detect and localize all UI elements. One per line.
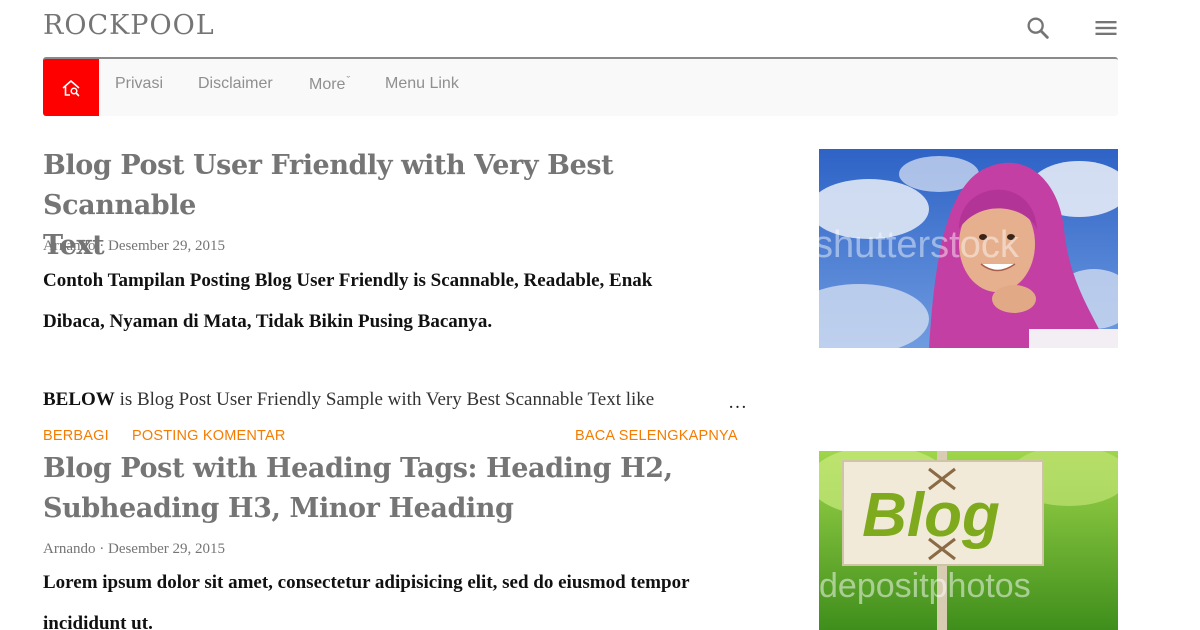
nav-item-menu-link[interactable]: Menu Link bbox=[385, 75, 459, 93]
snippet-line: incididunt ut. bbox=[43, 613, 153, 630]
post-snippet: Lorem ipsum dolor sit amet, consectetur … bbox=[43, 562, 743, 630]
nav-item-more[interactable]: Moreˇ bbox=[309, 75, 350, 94]
nav-item-privasi[interactable]: Privasi bbox=[115, 75, 163, 93]
post-excerpt: BELOW is Blog Post User Friendly Sample … bbox=[43, 389, 743, 411]
post-thumbnail[interactable]: shutterstock bbox=[819, 149, 1118, 348]
excerpt-bold-word: BELOW bbox=[43, 389, 115, 410]
snippet-line: Dibaca, Nyaman di Mata, Tidak Bikin Pusi… bbox=[43, 311, 493, 332]
thumbnail-image-hijab-girl: shutterstock bbox=[819, 149, 1118, 348]
menu-button[interactable] bbox=[1092, 14, 1120, 42]
caret-down-icon: ˇ bbox=[346, 75, 351, 87]
snippet-line: Lorem ipsum dolor sit amet, consectetur … bbox=[43, 572, 690, 593]
post-title-line: Blog Post User Friendly with Very Best S… bbox=[43, 150, 614, 221]
excerpt-text: is Blog Post User Friendly Sample with V… bbox=[114, 389, 655, 410]
post-title[interactable]: Blog Post with Heading Tags: Heading H2,… bbox=[43, 449, 733, 529]
search-icon bbox=[1027, 17, 1049, 39]
hamburger-menu-icon bbox=[1095, 21, 1117, 35]
site-title[interactable]: ROCKPOOL bbox=[43, 10, 215, 41]
search-button[interactable] bbox=[1024, 14, 1052, 42]
snippet-line: Contoh Tampilan Posting Blog User Friend… bbox=[43, 270, 653, 291]
read-more-button[interactable]: BACA SELENGKAPNYA bbox=[575, 428, 738, 444]
main-navbar: Privasi Disclaimer Moreˇ Menu Link bbox=[43, 57, 1118, 116]
thumbnail-image-blog-sign: Blog depositphotos bbox=[819, 451, 1118, 630]
post-snippet: Contoh Tampilan Posting Blog User Friend… bbox=[43, 260, 743, 342]
post-title-line: Subheading H3, Minor Heading bbox=[43, 493, 514, 524]
nav-item-disclaimer[interactable]: Disclaimer bbox=[198, 75, 273, 93]
post-title-line: Blog Post with Heading Tags: Heading H2, bbox=[43, 453, 673, 484]
nav-item-more-label: More bbox=[309, 76, 346, 93]
post-comment-button[interactable]: POSTING KOMENTAR bbox=[132, 428, 286, 444]
ellipsis: … bbox=[728, 392, 747, 413]
post-meta: Arnando · Desember 29, 2015 bbox=[43, 541, 226, 557]
thumbnail-watermark: shutterstock bbox=[819, 224, 1020, 266]
post-meta: Arnando · Desember 29, 2015 bbox=[43, 238, 226, 254]
share-button[interactable]: BERBAGI bbox=[43, 428, 109, 444]
home-button[interactable] bbox=[43, 59, 99, 116]
post-thumbnail[interactable]: Blog depositphotos bbox=[819, 451, 1118, 630]
thumbnail-watermark: depositphotos bbox=[819, 567, 1031, 605]
home-search-icon bbox=[62, 79, 80, 96]
